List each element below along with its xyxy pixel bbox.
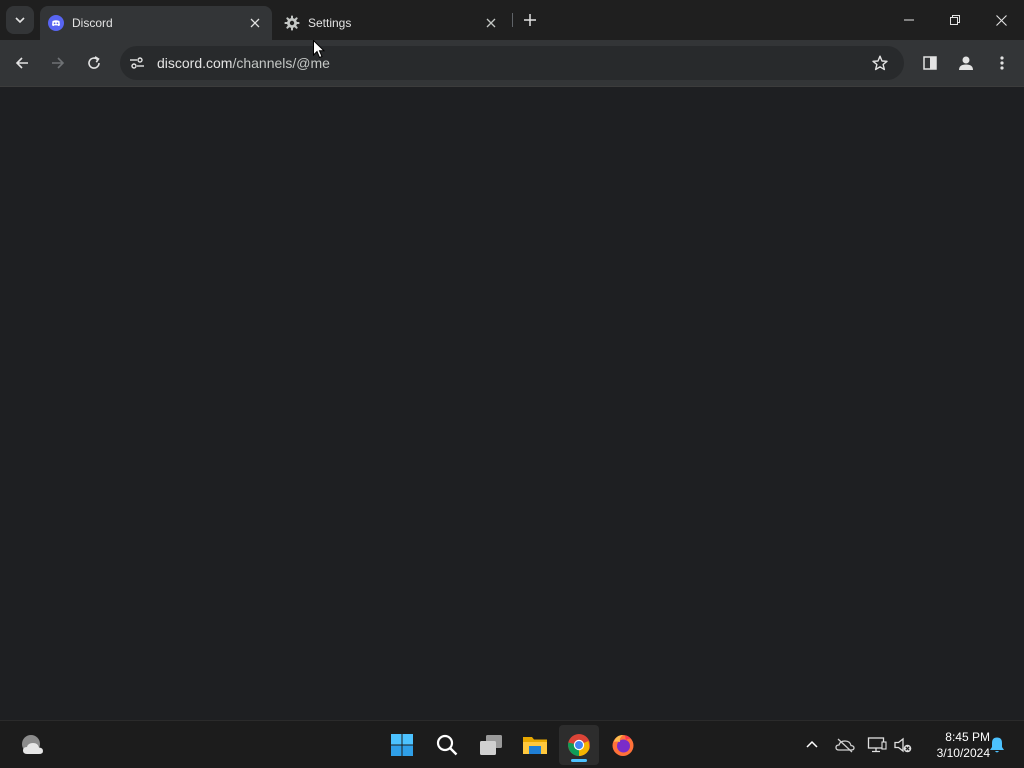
tab-discord[interactable]: Discord bbox=[40, 6, 272, 40]
search-button[interactable] bbox=[427, 725, 467, 765]
cloud-offline-icon bbox=[835, 738, 855, 753]
volume-tray-button[interactable] bbox=[891, 733, 915, 757]
side-panel-button[interactable] bbox=[916, 49, 944, 77]
url-text: discord.com/channels/@me bbox=[157, 55, 330, 71]
kebab-menu-icon bbox=[1000, 56, 1004, 70]
tab-title: Settings bbox=[308, 16, 352, 30]
chevron-down-icon bbox=[15, 17, 25, 24]
side-panel-icon bbox=[923, 56, 937, 70]
firefox-icon bbox=[612, 735, 634, 756]
chrome-taskbar-button[interactable] bbox=[559, 725, 599, 765]
clock-time: 8:45 PM bbox=[945, 730, 990, 744]
file-explorer-icon bbox=[523, 737, 547, 754]
running-indicator bbox=[571, 759, 587, 762]
search-icon bbox=[436, 734, 458, 756]
weather-widget-button[interactable] bbox=[12, 725, 52, 765]
notifications-button[interactable] bbox=[985, 733, 1009, 757]
firefox-taskbar-button[interactable] bbox=[603, 725, 643, 765]
plus-icon bbox=[524, 14, 536, 26]
arrow-right-icon bbox=[52, 57, 65, 69]
minimize-icon bbox=[904, 19, 914, 21]
clock[interactable]: 8:45 PM 3/10/2024 bbox=[918, 729, 990, 761]
forward-button[interactable] bbox=[44, 49, 72, 77]
new-tab-button[interactable] bbox=[518, 8, 542, 32]
page-content[interactable] bbox=[0, 87, 1024, 720]
reload-icon bbox=[88, 56, 100, 69]
task-view-button[interactable] bbox=[471, 725, 511, 765]
file-explorer-button[interactable] bbox=[515, 725, 555, 765]
discord-icon bbox=[48, 15, 64, 31]
volume-muted-icon bbox=[894, 737, 912, 753]
mouse-cursor-icon bbox=[313, 39, 326, 64]
start-button[interactable] bbox=[382, 725, 422, 765]
restore-button[interactable] bbox=[932, 0, 978, 40]
tab-strip: Discord Settings bbox=[0, 0, 1024, 40]
address-bar[interactable]: discord.com/channels/@me bbox=[120, 46, 904, 80]
onedrive-tray-button[interactable] bbox=[833, 733, 857, 757]
restore-icon bbox=[950, 15, 960, 25]
task-view-icon bbox=[480, 735, 502, 755]
close-icon bbox=[995, 14, 1007, 26]
windows-taskbar: 8:45 PM 3/10/2024 bbox=[0, 720, 1024, 768]
show-hidden-icons-button[interactable] bbox=[800, 733, 824, 757]
url-host: discord.com bbox=[157, 55, 233, 71]
tab-search-button[interactable] bbox=[6, 6, 34, 34]
menu-button[interactable] bbox=[988, 49, 1016, 77]
arrow-left-icon bbox=[15, 57, 28, 69]
bell-icon bbox=[990, 737, 1004, 753]
tab-separator bbox=[512, 13, 513, 27]
weather-icon bbox=[22, 735, 43, 754]
network-tray-button[interactable] bbox=[865, 733, 889, 757]
browser-toolbar: discord.com/channels/@me bbox=[0, 40, 1024, 86]
profile-icon bbox=[959, 56, 973, 70]
back-button[interactable] bbox=[8, 49, 36, 77]
profile-button[interactable] bbox=[952, 49, 980, 77]
gear-icon bbox=[284, 15, 300, 31]
windows-start-icon bbox=[391, 734, 413, 756]
clock-date: 3/10/2024 bbox=[936, 746, 990, 760]
close-window-button[interactable] bbox=[978, 0, 1024, 40]
tab-settings[interactable]: Settings bbox=[276, 6, 508, 40]
network-icon bbox=[867, 737, 887, 753]
chrome-icon bbox=[567, 734, 590, 756]
tab-title: Discord bbox=[72, 16, 113, 30]
close-tab-icon[interactable] bbox=[246, 14, 264, 32]
bookmark-star-icon[interactable] bbox=[866, 49, 894, 77]
reload-button[interactable] bbox=[80, 49, 108, 77]
site-info-icon[interactable] bbox=[123, 49, 151, 77]
chevron-up-icon bbox=[806, 740, 818, 748]
minimize-button[interactable] bbox=[886, 0, 932, 40]
close-tab-icon[interactable] bbox=[482, 14, 500, 32]
